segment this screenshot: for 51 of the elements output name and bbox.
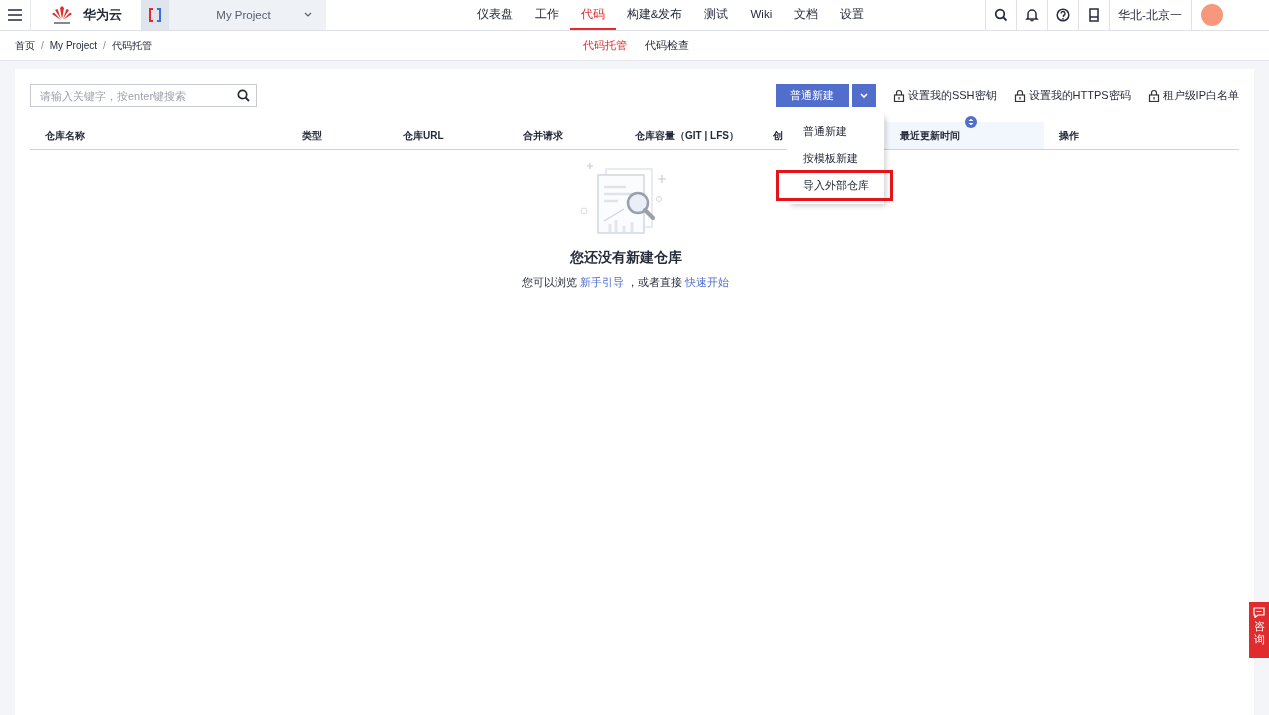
dropdown-toggle-button[interactable] <box>851 84 876 107</box>
menu-item[interactable]: 导入外部仓库 <box>778 172 891 199</box>
lock-icon <box>892 89 905 102</box>
brand-name: 华为云 <box>83 6 122 24</box>
column-header: 仓库URL <box>403 128 444 143</box>
column-header: 仓库名称 <box>45 128 85 143</box>
column-header: 合并请求 <box>523 128 563 143</box>
column-header: 操作 <box>1059 128 1079 143</box>
chevron-down-icon <box>859 92 868 99</box>
search-icon <box>994 8 1008 22</box>
sort-icon[interactable] <box>965 116 977 128</box>
column-header: 类型 <box>302 128 322 143</box>
guide-link[interactable]: 快速开始 <box>685 276 730 288</box>
settings-link[interactable]: 设置我的SSH密钥 <box>892 88 997 103</box>
column-header: 最近更新时间 <box>900 128 960 143</box>
nav-tab[interactable]: 工作 <box>523 0 570 30</box>
empty-hint: 您可以浏览 新手引导 ，或者直接 快速开始 <box>521 275 730 290</box>
device-icon <box>1087 8 1101 22</box>
menu-icon[interactable] <box>8 9 22 21</box>
new-repo-button[interactable]: 普通新建 <box>775 84 849 107</box>
settings-link[interactable]: 设置我的HTTPS密码 <box>1013 88 1131 103</box>
lock-icon <box>1147 89 1160 102</box>
column-header: 仓库容量（GIT | LFS） <box>635 128 739 143</box>
breadcrumb-current: 代码托管 <box>111 38 152 53</box>
sub-tab[interactable]: 代码托管 <box>575 31 635 60</box>
bell-icon <box>1025 8 1039 22</box>
search-field[interactable]: 请输入关键字，按enter键搜索 <box>30 84 257 107</box>
nav-tab[interactable]: 设置 <box>829 0 876 30</box>
guide-link[interactable]: 新手引导 <box>579 276 624 288</box>
chat-icon <box>1253 607 1265 618</box>
nav-tab[interactable]: 构建&发布 <box>615 0 694 30</box>
search-icon <box>237 89 250 102</box>
brackets-icon <box>148 8 162 22</box>
nav-tab[interactable]: 文档 <box>783 0 830 30</box>
flower-logo-icon <box>51 5 73 25</box>
menu-item[interactable]: 按模板新建 <box>787 145 884 172</box>
menu-item[interactable]: 普通新建 <box>787 118 884 145</box>
column-header: 创 <box>773 128 783 143</box>
help-icon <box>1056 8 1070 22</box>
nav-tab[interactable]: 仪表盘 <box>465 0 524 30</box>
nav-tab[interactable]: Wiki <box>739 0 784 30</box>
breadcrumb-separator: / <box>41 40 44 51</box>
breadcrumb-separator: / <box>103 40 106 51</box>
nav-tab[interactable]: 测试 <box>693 0 740 30</box>
sub-tab[interactable]: 代码检查 <box>637 31 697 60</box>
breadcrumb-link[interactable]: My Project <box>49 40 97 51</box>
breadcrumb-link[interactable]: 首页 <box>15 38 35 53</box>
settings-link[interactable]: 租户级IP白名单 <box>1147 88 1239 103</box>
project-selector[interactable]: My Project <box>141 0 326 30</box>
empty-title: 您还没有新建仓库 <box>569 249 682 267</box>
lock-icon <box>1013 89 1026 102</box>
